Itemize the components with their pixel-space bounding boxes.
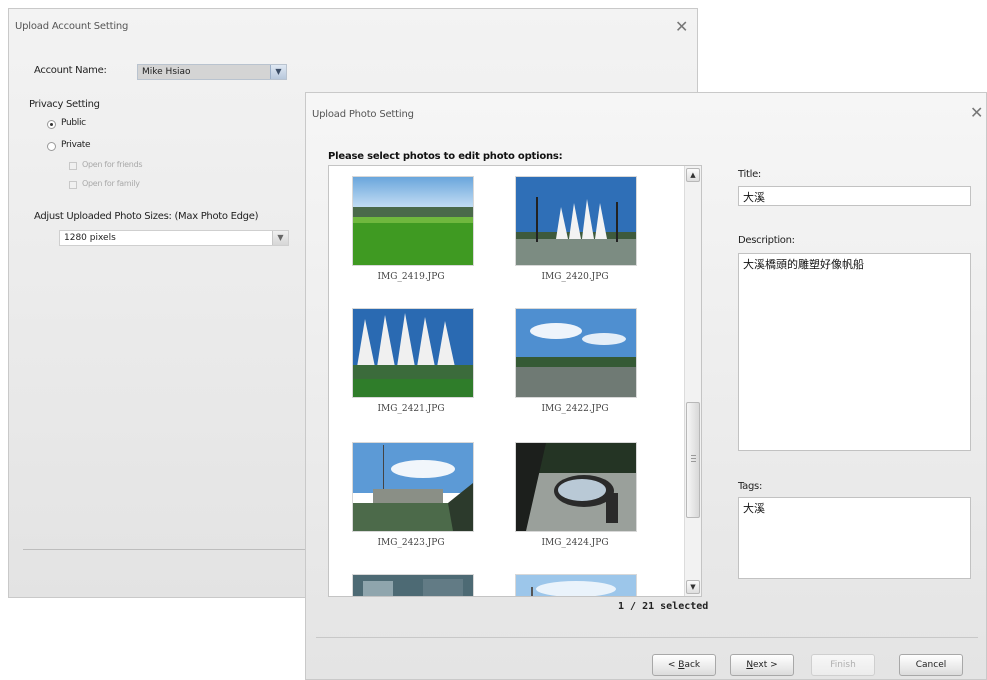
- photo-filename: IMG_2419.JPG: [377, 272, 445, 282]
- photo-size-label: Adjust Uploaded Photo Sizes: (Max Photo …: [34, 211, 259, 222]
- account-dialog-title: Upload Account Setting: [15, 21, 129, 32]
- photo-thumbnail[interactable]: [515, 308, 637, 398]
- select-photos-heading: Please select photos to edit photo optio…: [328, 151, 563, 162]
- open-friends-label: Open for friends: [82, 160, 143, 169]
- photo-thumbnail[interactable]: [352, 176, 474, 266]
- account-footer-divider: [23, 549, 305, 550]
- mirror-photo-image: [516, 443, 636, 531]
- back-rest: ack: [684, 660, 701, 670]
- photo-thumbnail[interactable]: [515, 574, 637, 596]
- scrollbar-thumb[interactable]: [686, 402, 700, 518]
- description-textarea[interactable]: 大溪橋頭的雕塑好像帆船: [738, 253, 971, 451]
- grip-line: [691, 461, 696, 462]
- tags-label: Tags:: [738, 481, 763, 492]
- photo-size-dropdown[interactable]: 1280 pixels ▼: [59, 230, 289, 246]
- chevron-down-icon[interactable]: ▼: [272, 231, 288, 245]
- privacy-public-radio[interactable]: [47, 120, 56, 129]
- account-dialog-close-icon[interactable]: ✕: [675, 19, 688, 35]
- grip-line: [691, 458, 696, 459]
- open-friends-checkbox[interactable]: [69, 162, 77, 170]
- next-button[interactable]: Next >: [730, 654, 794, 676]
- privacy-private-radio[interactable]: [47, 142, 56, 151]
- next-rest: ext >: [753, 660, 778, 670]
- privacy-private-label: Private: [61, 140, 91, 150]
- scroll-down-icon[interactable]: ▼: [686, 580, 700, 594]
- partial-photo-image: [516, 575, 636, 596]
- photo-thumbnail[interactable]: [515, 442, 637, 532]
- selection-count: 1 / 21 selected: [618, 601, 709, 612]
- grip-line: [691, 455, 696, 456]
- tags-textarea[interactable]: 大溪: [738, 497, 971, 579]
- title-input[interactable]: 大溪: [738, 186, 971, 206]
- field-photo-image: [353, 177, 473, 265]
- privacy-setting-label: Privacy Setting: [29, 99, 100, 110]
- photo-dialog-close-icon[interactable]: ✕: [970, 105, 983, 121]
- gallery-scrollbar[interactable]: ▲ ▼: [684, 166, 701, 596]
- partial-photo-image: [353, 575, 473, 596]
- finish-button[interactable]: Finish: [811, 654, 875, 676]
- description-label: Description:: [738, 235, 795, 246]
- open-family-label: Open for family: [82, 179, 140, 188]
- photo-gallery[interactable]: IMG_2419.JPG IMG_2420.JPG IMG_2421.JPG I…: [328, 165, 702, 597]
- photo-thumbnail[interactable]: [352, 442, 474, 532]
- photo-thumbnail[interactable]: [515, 176, 637, 266]
- photo-filename: IMG_2420.JPG: [541, 272, 609, 282]
- sails-photo-image: [516, 177, 636, 265]
- photo-settings-dialog: Upload Photo Setting ✕ Please select pho…: [305, 92, 987, 680]
- title-label: Title:: [738, 169, 761, 180]
- back-button[interactable]: < Back: [652, 654, 716, 676]
- back-prefix: <: [667, 660, 679, 670]
- scroll-up-icon[interactable]: ▲: [686, 168, 700, 182]
- photo-thumbnail[interactable]: [352, 308, 474, 398]
- photo-filename: IMG_2423.JPG: [377, 538, 445, 548]
- account-name-value: Mike Hsiao: [142, 67, 191, 77]
- photo-dialog-title: Upload Photo Setting: [312, 109, 414, 120]
- photo-filename: IMG_2424.JPG: [541, 538, 609, 548]
- road-photo-image: [516, 309, 636, 397]
- sails-close-photo-image: [353, 309, 473, 397]
- cancel-button[interactable]: Cancel: [899, 654, 963, 676]
- photo-thumbnail[interactable]: [352, 574, 474, 596]
- account-name-dropdown[interactable]: Mike Hsiao ▼: [137, 64, 287, 80]
- photo-filename: IMG_2421.JPG: [377, 404, 445, 414]
- photo-filename: IMG_2422.JPG: [541, 404, 609, 414]
- account-name-label: Account Name:: [34, 65, 107, 76]
- open-family-checkbox[interactable]: [69, 181, 77, 189]
- building-photo-image: [353, 443, 473, 531]
- chevron-down-icon[interactable]: ▼: [270, 65, 286, 79]
- privacy-public-label: Public: [61, 118, 86, 128]
- photo-size-value: 1280 pixels: [64, 233, 116, 243]
- photo-footer-divider: [316, 637, 978, 638]
